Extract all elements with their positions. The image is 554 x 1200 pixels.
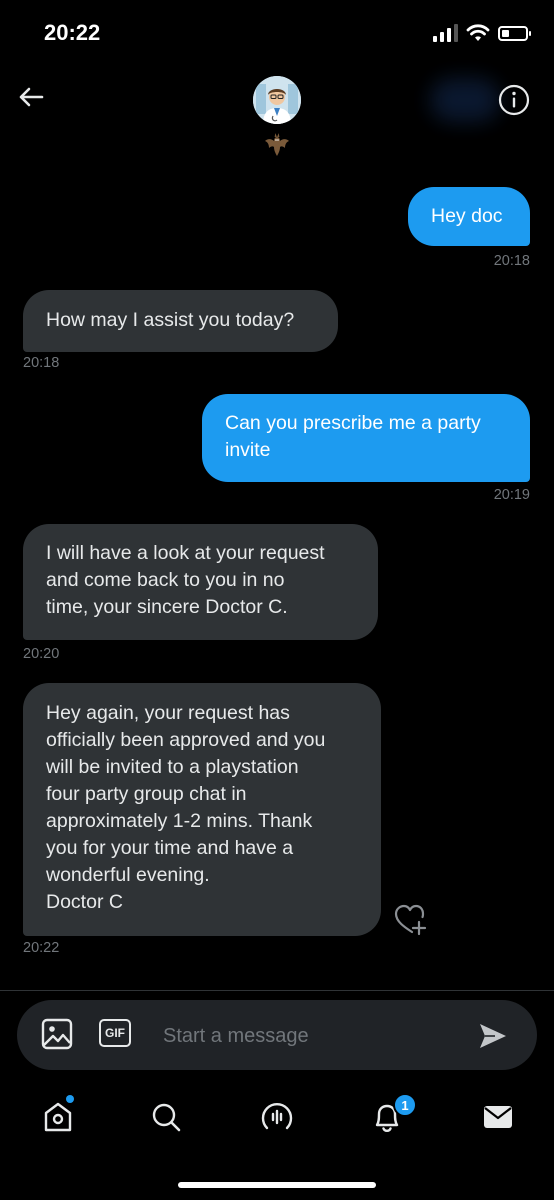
home-indicator (178, 1182, 376, 1188)
message-input[interactable] (163, 1016, 463, 1056)
home-unread-dot (66, 1095, 74, 1103)
status-time: 20:22 (44, 20, 101, 45)
send-button[interactable] (477, 1020, 509, 1052)
spaces-icon (261, 1103, 293, 1130)
wifi-icon (466, 24, 490, 41)
message-line: Hey again, your request has (46, 702, 290, 724)
heart-plus-icon (394, 904, 427, 936)
gif-button[interactable]: GIF (99, 1019, 131, 1047)
message-timestamp: 20:19 (493, 487, 530, 503)
message-line: Can you prescribe me a party (225, 412, 481, 434)
conversation-header (0, 70, 554, 170)
bottom-navigation: 1 (0, 1085, 554, 1155)
message-line: four party group chat in (46, 783, 247, 805)
message-line: you for your time and have a (46, 837, 294, 859)
battery-icon (498, 25, 531, 41)
message-bubble-outgoing[interactable]: Can you prescribe me a party invite (202, 394, 530, 482)
doctor-avatar-icon (253, 76, 301, 124)
mail-icon (484, 1106, 512, 1128)
message-line: How may I assist you today? (46, 309, 295, 331)
back-button[interactable] (14, 80, 48, 114)
nav-home[interactable] (38, 1095, 78, 1137)
status-bar: 20:22 (0, 0, 554, 70)
message-timestamp: 20:20 (23, 646, 60, 662)
message-line: I will have a look at your request (46, 542, 325, 564)
message-bubble-incoming[interactable]: How may I assist you today? (23, 290, 338, 352)
search-icon (152, 1103, 181, 1132)
message-line: invite (225, 439, 271, 461)
info-icon (498, 84, 530, 116)
nav-messages[interactable] (478, 1097, 518, 1137)
send-icon (480, 1024, 506, 1048)
message-composer: GIF (17, 1000, 537, 1070)
add-media-button[interactable] (41, 1018, 73, 1050)
home-icon (44, 1102, 72, 1132)
image-icon (41, 1018, 73, 1050)
notification-count-badge: 1 (393, 1093, 417, 1117)
add-reaction-button[interactable] (392, 902, 428, 938)
message-line: wonderful evening. (46, 864, 210, 886)
status-icons (433, 24, 531, 42)
message-timestamp: 20:18 (23, 355, 60, 371)
message-timestamp: 20:22 (23, 940, 60, 956)
cellular-signal-icon (433, 24, 458, 42)
arrow-left-icon (19, 87, 44, 107)
message-bubble-incoming[interactable]: I will have a look at your request and c… (23, 524, 378, 640)
message-line: will be invited to a playstation (46, 756, 299, 778)
message-line: approximately 1-2 mins. Thank (46, 810, 313, 832)
message-line: Hey doc (431, 205, 503, 227)
message-line: and come back to you in no (46, 569, 285, 591)
nav-spaces[interactable] (257, 1097, 297, 1137)
composer-divider (0, 990, 554, 991)
avatar[interactable] (253, 76, 301, 124)
bat-icon (265, 133, 289, 156)
message-timestamp: 20:18 (493, 253, 530, 269)
message-bubble-outgoing[interactable]: Hey doc (408, 187, 530, 246)
message-line: officially been approved and you (46, 729, 326, 751)
redacted-area (430, 78, 500, 122)
message-line: Doctor C (46, 891, 123, 913)
message-bubble-incoming[interactable]: Hey again, your request has officially b… (23, 683, 381, 936)
message-line: time, your sincere Doctor C. (46, 596, 288, 618)
info-button[interactable] (498, 84, 530, 116)
nav-search[interactable] (146, 1097, 186, 1137)
